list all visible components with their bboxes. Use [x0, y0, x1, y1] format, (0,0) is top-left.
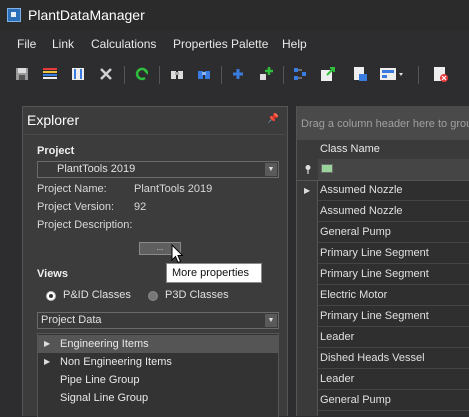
classes-tree: ▶ Engineering Items ▶ Non Engineering It…: [37, 333, 279, 417]
table-row[interactable]: Primary Line Segment: [318, 243, 469, 264]
cell-class-name: Electric Motor: [320, 289, 388, 301]
current-row-arrow-icon: ▶: [304, 186, 311, 195]
radio-pid-label: P&ID Classes: [63, 289, 131, 301]
explorer-title: Explorer: [27, 112, 80, 128]
table-row[interactable]: Leader: [318, 327, 469, 348]
data-combo-value: Project Data: [41, 314, 102, 326]
binoculars-blue-icon[interactable]: [194, 64, 214, 84]
cell-class-name: Assumed Nozzle: [320, 184, 403, 196]
tree-icon[interactable]: [290, 64, 310, 84]
group-placeholder: Drag a column header here to grou: [301, 118, 469, 130]
explorer-panel: Explorer 📌 Project PlantTools 2019 ▼ Pro…: [22, 106, 288, 417]
project-combo-value: PlantTools 2019: [57, 163, 136, 175]
menu-properties-palette[interactable]: Properties Palette: [173, 37, 268, 51]
menu-help[interactable]: Help: [282, 37, 307, 51]
table-row[interactable]: Electric Motor: [318, 285, 469, 306]
more-properties-tooltip: More properties: [166, 263, 262, 283]
class-grid: Drag a column header here to grou Class …: [296, 106, 469, 416]
table-row[interactable]: Assumed Nozzle: [318, 201, 469, 222]
project-combo[interactable]: PlantTools 2019 ▼: [37, 161, 279, 178]
chevron-down-icon[interactable]: ▼: [265, 163, 277, 176]
table-row[interactable]: Primary Line Segment: [318, 264, 469, 285]
table-row[interactable]: Leader: [318, 369, 469, 390]
group-panel[interactable]: Drag a column header here to grou: [297, 106, 469, 140]
menu-calculations[interactable]: Calculations: [91, 37, 156, 51]
table-row[interactable]: Dished Heads Vessel: [318, 348, 469, 369]
title-bar: PlantDataManager: [0, 0, 469, 30]
binoculars-icon[interactable]: [167, 64, 187, 84]
menu-link[interactable]: Link: [52, 37, 74, 51]
row-selector-column: [297, 159, 318, 416]
tree-item-label: Engineering Items: [60, 338, 149, 350]
tree-item-non-engineering-items[interactable]: ▶ Non Engineering Items: [38, 353, 278, 371]
cell-class-name: Dished Heads Vessel: [320, 352, 425, 364]
radio-p3d-classes[interactable]: [148, 291, 158, 301]
save-icon[interactable]: [12, 64, 32, 84]
grid-header: Class Name: [297, 140, 469, 160]
export-icon[interactable]: [318, 64, 338, 84]
app-icon: [7, 8, 21, 22]
table-row[interactable]: General Pump: [318, 222, 469, 243]
cell-class-name: Primary Line Segment: [320, 247, 429, 259]
project-name-value: PlantTools 2019: [134, 183, 213, 195]
cell-class-name: Assumed Nozzle: [320, 205, 403, 217]
cell-class-name: Primary Line Segment: [320, 310, 429, 322]
panel-divider: [25, 134, 285, 135]
import-icon[interactable]: [350, 64, 370, 84]
cell-class-name: Primary Line Segment: [320, 268, 429, 280]
columns-icon[interactable]: [68, 64, 88, 84]
layout-dropdown-icon[interactable]: [378, 64, 403, 84]
project-name-label: Project Name:: [37, 183, 107, 195]
tree-item-engineering-items[interactable]: ▶ Engineering Items: [38, 335, 278, 353]
filter-cell[interactable]: [318, 159, 469, 180]
add-green-icon[interactable]: [256, 64, 276, 84]
toolbar-separator: [124, 66, 125, 84]
filter-pin-icon[interactable]: [304, 164, 312, 175]
pin-icon[interactable]: 📌: [268, 113, 279, 124]
expand-arrow-icon[interactable]: ▶: [44, 339, 50, 348]
menu-bar: File Link Calculations Properties Palett…: [0, 33, 469, 55]
toolbar-separator: [221, 66, 222, 84]
tree-item-label: Pipe Line Group: [60, 374, 140, 386]
project-section-label: Project: [37, 145, 75, 157]
tree-item-label: Signal Line Group: [60, 392, 149, 404]
toolbar-separator: [283, 66, 284, 84]
tree-item-pipe-line-group[interactable]: Pipe Line Group: [38, 371, 278, 389]
add-icon[interactable]: [228, 64, 248, 84]
menu-file[interactable]: File: [17, 37, 36, 51]
project-version-value: 92: [134, 201, 147, 213]
expand-arrow-icon[interactable]: ▶: [44, 357, 50, 366]
delete-icon[interactable]: [96, 64, 116, 84]
column-header-class-name[interactable]: Class Name: [320, 143, 380, 155]
chevron-down-icon[interactable]: ▼: [265, 314, 277, 327]
cell-class-name: General Pump: [320, 394, 391, 406]
table-row[interactable]: Assumed Nozzle: [318, 180, 469, 201]
toolbar-separator: [418, 66, 419, 84]
project-description-label: Project Description:: [37, 219, 133, 231]
toolbar-separator: [159, 66, 160, 84]
views-section-label: Views: [37, 268, 68, 280]
project-version-label: Project Version:: [37, 201, 115, 213]
cell-class-name: General Pump: [320, 226, 391, 238]
radio-p3d-label: P3D Classes: [165, 289, 229, 301]
window-title: PlantDataManager: [28, 7, 145, 23]
toolbar: [0, 60, 469, 90]
cell-class-name: Leader: [320, 373, 355, 385]
cell-class-name: Leader: [320, 331, 355, 343]
tree-item-label: Non Engineering Items: [60, 356, 172, 368]
mouse-cursor-icon: [171, 243, 184, 264]
refresh-icon[interactable]: [132, 64, 152, 84]
tree-item-signal-line-group[interactable]: Signal Line Group: [38, 389, 278, 407]
filter-row: [297, 159, 469, 181]
table-row[interactable]: Primary Line Segment: [318, 306, 469, 327]
filter-operator-icon[interactable]: [321, 164, 333, 173]
data-combo[interactable]: Project Data ▼: [37, 312, 279, 329]
table-row[interactable]: General Pump: [318, 390, 469, 411]
radio-pid-classes[interactable]: [46, 291, 56, 301]
report-icon[interactable]: [430, 64, 450, 84]
list-bars-icon[interactable]: [40, 64, 60, 84]
